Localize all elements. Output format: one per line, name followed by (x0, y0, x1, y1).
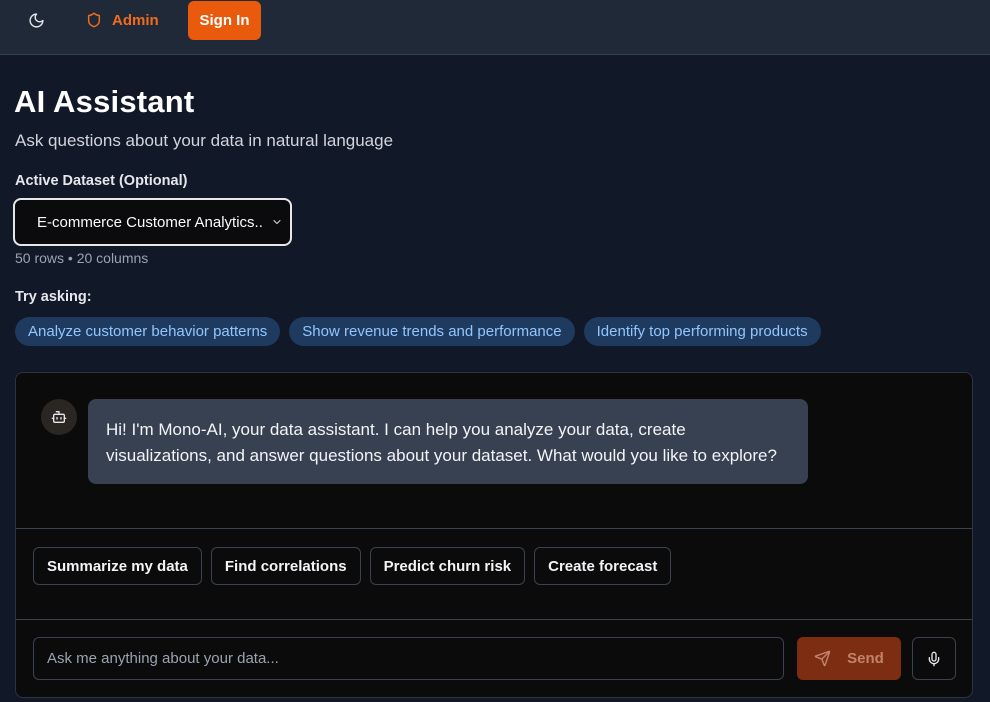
quick-action-button[interactable]: Predict churn risk (369, 547, 526, 585)
page-title: AI Assistant (14, 84, 195, 119)
assistant-message: Hi! I'm Mono-AI, your data assistant. I … (88, 399, 808, 484)
suggestion-chip[interactable]: Identify top performing products (583, 317, 821, 346)
moon-icon (28, 12, 44, 28)
bot-avatar (41, 399, 77, 435)
theme-toggle-button[interactable] (22, 6, 50, 34)
admin-link[interactable]: Admin (86, 6, 159, 34)
dataset-meta: 50 rows • 20 columns (15, 250, 149, 266)
divider (16, 619, 972, 620)
chat-panel: Hi! I'm Mono-AI, your data assistant. I … (15, 372, 973, 698)
send-button[interactable]: Send (797, 637, 901, 680)
suggestion-chip[interactable]: Show revenue trends and performance (289, 317, 575, 346)
try-asking-label: Try asking: (15, 289, 92, 305)
dataset-label: Active Dataset (Optional) (15, 173, 188, 189)
bot-icon (51, 411, 67, 423)
admin-label: Admin (112, 11, 159, 29)
suggestion-chip[interactable]: Analyze customer behavior patterns (15, 317, 281, 346)
dataset-selected-value: E-commerce Customer Analytics.. (37, 213, 263, 231)
send-icon (814, 650, 831, 667)
top-bar: Admin Sign In (0, 0, 990, 55)
quick-actions: Summarize my data Find correlations Pred… (33, 547, 672, 585)
mic-icon (928, 651, 940, 666)
mic-button[interactable] (912, 637, 956, 680)
shield-icon (87, 12, 101, 28)
divider (16, 528, 972, 529)
quick-action-button[interactable]: Create forecast (534, 547, 672, 585)
chevron-down-icon (271, 216, 283, 228)
dataset-select[interactable]: E-commerce Customer Analytics.. (13, 198, 292, 246)
sign-in-button[interactable]: Sign In (188, 1, 261, 40)
send-label: Send (847, 650, 884, 667)
page-subtitle: Ask questions about your data in natural… (15, 131, 394, 150)
quick-action-button[interactable]: Summarize my data (33, 547, 202, 585)
chat-input[interactable] (33, 637, 784, 680)
suggestion-chips: Analyze customer behavior patterns Show … (15, 317, 821, 346)
quick-action-button[interactable]: Find correlations (210, 547, 361, 585)
